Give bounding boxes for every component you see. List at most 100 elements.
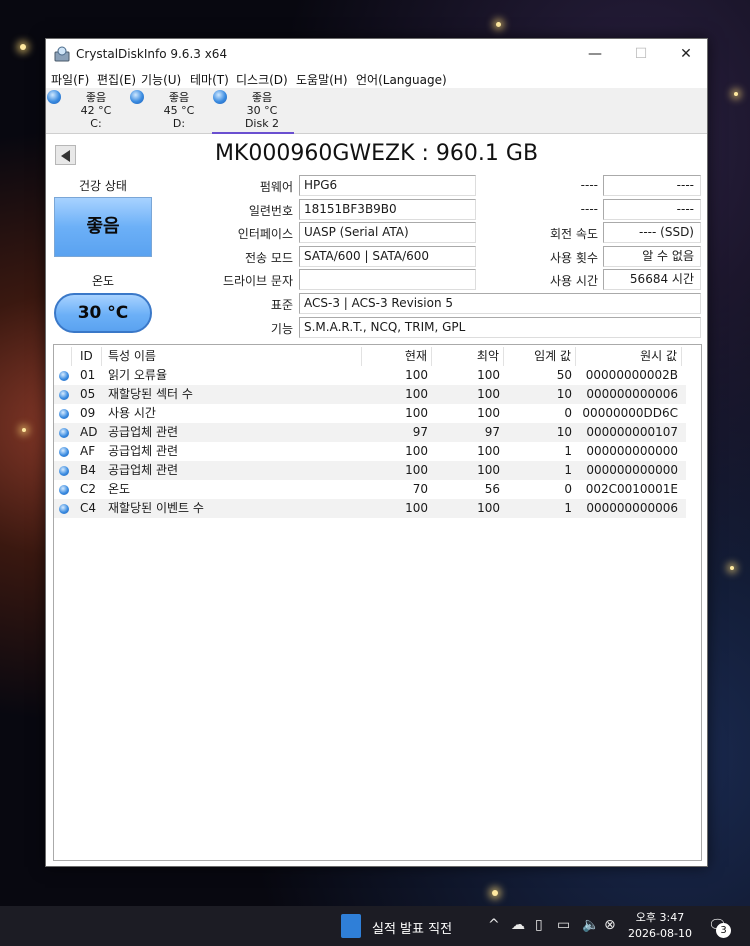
attr-raw: 000000000000 xyxy=(586,463,678,477)
features-field: S.M.A.R.T., NCQ, TRIM, GPL xyxy=(299,317,701,338)
header-current[interactable]: 현재 xyxy=(362,347,432,366)
temperature-label: 온도 xyxy=(91,274,115,288)
attr-name: 사용 시간 xyxy=(108,406,156,420)
disk-name: Disk 2 xyxy=(244,117,280,130)
maximize-button[interactable]: ☐ xyxy=(618,39,664,69)
cloud-icon[interactable]: ☁ xyxy=(511,917,525,933)
smart-table[interactable]: ID 특성 이름 현재 최악 임계 값 원시 값 01 읽기 오류율 100 1… xyxy=(53,344,702,861)
header-worst[interactable]: 최악 xyxy=(432,347,504,366)
status-orb-icon xyxy=(59,485,69,495)
power-on-hours-label: 사용 시간 xyxy=(550,274,598,288)
smart-row[interactable]: AD 공급업체 관련 97 97 10 000000000107 xyxy=(54,423,686,442)
serial-field: 18151BF3B9B0 xyxy=(299,199,476,220)
disk-temp: 45 °C xyxy=(163,104,195,117)
health-status-button[interactable]: 좋음 xyxy=(54,197,152,257)
wallpaper-star xyxy=(492,890,498,896)
file-icon[interactable] xyxy=(341,914,361,938)
attr-name: 공급업체 관련 xyxy=(108,425,179,439)
info-right1-label: ---- xyxy=(580,178,598,192)
attr-name: 재할당된 섹터 수 xyxy=(108,387,193,401)
taskbar-app-label[interactable]: 실적 발표 직전 xyxy=(372,918,452,937)
minimize-button[interactable]: — xyxy=(572,39,618,69)
header-threshold[interactable]: 임계 값 xyxy=(504,347,576,366)
attr-id: AD xyxy=(80,425,98,439)
power-on-count-field: 알 수 없음 xyxy=(603,246,701,267)
header-raw-value[interactable]: 원시 값 xyxy=(576,347,682,366)
attr-current: 100 xyxy=(405,368,428,382)
serial-label: 일련번호 xyxy=(248,204,293,218)
speaker-icon[interactable]: 🔈 xyxy=(582,917,599,933)
menu-file[interactable]: 파일(F) xyxy=(51,71,89,88)
attr-current: 100 xyxy=(405,463,428,477)
power-on-count-label: 사용 횟수 xyxy=(550,251,598,265)
attr-id: 09 xyxy=(80,406,96,420)
menu-edit[interactable]: 편집(E) xyxy=(97,71,136,88)
taskbar: 실적 발표 직전 ^ ☁ ▯ ▭ 🔈 ⊗ 오후 3:47 2026-08-10 … xyxy=(0,906,750,946)
attr-current: 100 xyxy=(405,406,428,420)
drive-letter-field xyxy=(299,269,476,290)
smart-row[interactable]: AF 공급업체 관련 100 100 1 000000000000 xyxy=(54,442,686,461)
smart-header-row: ID 특성 이름 현재 최악 임계 값 원시 값 xyxy=(54,347,686,366)
standard-field: ACS-3 | ACS-3 Revision 5 xyxy=(299,293,701,314)
attr-threshold: 0 xyxy=(564,406,572,420)
menu-function[interactable]: 기능(U) xyxy=(141,71,181,88)
attr-worst: 100 xyxy=(477,463,500,477)
clock-time: 오후 3:47 xyxy=(635,911,685,924)
smart-row[interactable]: 01 읽기 오류율 100 100 50 00000000002B xyxy=(54,366,686,385)
disk-tab-disk2[interactable]: 좋음 30 °C Disk 2 xyxy=(212,88,294,134)
clock-date: 2026-08-10 xyxy=(628,927,692,940)
menu-help[interactable]: 도움말(H) xyxy=(296,71,348,88)
attr-raw: 000000000006 xyxy=(586,501,678,515)
attr-current: 100 xyxy=(405,501,428,515)
menu-language[interactable]: 언어(Language) xyxy=(356,71,447,88)
disk-status: 좋음 xyxy=(168,91,190,104)
system-clock[interactable]: 오후 3:47 2026-08-10 xyxy=(622,910,698,942)
attr-name: 공급업체 관련 xyxy=(108,444,179,458)
title-bar[interactable]: CrystalDiskInfo 9.6.3 x64 — ☐ ✕ xyxy=(46,39,707,69)
attr-threshold: 50 xyxy=(556,368,572,382)
attr-worst: 100 xyxy=(477,368,500,382)
header-attribute-name[interactable]: 특성 이름 xyxy=(102,347,362,366)
attr-id: AF xyxy=(80,444,96,458)
attr-threshold: 10 xyxy=(556,425,572,439)
attr-id: 01 xyxy=(80,368,96,382)
health-orb-icon xyxy=(47,90,61,104)
attr-raw: 000000000000 xyxy=(586,444,678,458)
attr-threshold: 1 xyxy=(564,444,572,458)
attr-id: B4 xyxy=(80,463,96,477)
disk-temp: 30 °C xyxy=(246,104,278,117)
disk-tab-c[interactable]: 좋음 42 °C C: xyxy=(46,88,128,134)
network-icon[interactable]: ▭ xyxy=(557,917,570,933)
temperature-button[interactable]: 30 °C xyxy=(54,293,152,333)
close-circle-icon[interactable]: ⊗ xyxy=(604,917,616,933)
attr-worst: 100 xyxy=(477,387,500,401)
menu-disk[interactable]: 디스크(D) xyxy=(236,71,288,88)
smart-row[interactable]: C2 온도 70 56 0 002C0010001E xyxy=(54,480,686,499)
attr-current: 70 xyxy=(412,482,428,496)
status-orb-icon xyxy=(59,504,69,514)
disk-temp: 42 °C xyxy=(80,104,112,117)
smart-row[interactable]: B4 공급업체 관련 100 100 1 000000000000 xyxy=(54,461,686,480)
smart-row[interactable]: C4 재할당된 이벤트 수 100 100 1 000000000006 xyxy=(54,499,686,518)
notification-count-badge: 3 xyxy=(716,923,731,938)
features-label: 기능 xyxy=(270,322,293,336)
attr-worst: 100 xyxy=(477,444,500,458)
attr-worst: 100 xyxy=(477,501,500,515)
header-id[interactable]: ID xyxy=(72,347,102,366)
health-orb-icon xyxy=(213,90,227,104)
wallpaper-star xyxy=(496,22,501,27)
smart-row[interactable]: 09 사용 시간 100 100 0 00000000DD6C xyxy=(54,404,686,423)
menu-theme[interactable]: 테마(T) xyxy=(190,71,229,88)
close-button[interactable]: ✕ xyxy=(663,39,709,69)
attr-name: 재할당된 이벤트 수 xyxy=(108,501,204,515)
firmware-label: 펌웨어 xyxy=(259,180,293,194)
status-orb-icon xyxy=(59,428,69,438)
status-orb-icon xyxy=(59,409,69,419)
attr-current: 100 xyxy=(405,444,428,458)
smart-row[interactable]: 05 재할당된 섹터 수 100 100 10 000000000006 xyxy=(54,385,686,404)
info-right1-field: ---- xyxy=(603,175,701,196)
attr-name: 온도 xyxy=(108,482,131,496)
device-icon[interactable]: ▯ xyxy=(535,917,543,933)
disk-tab-d[interactable]: 좋음 45 °C D: xyxy=(129,88,211,134)
chevron-up-icon[interactable]: ^ xyxy=(488,917,500,933)
